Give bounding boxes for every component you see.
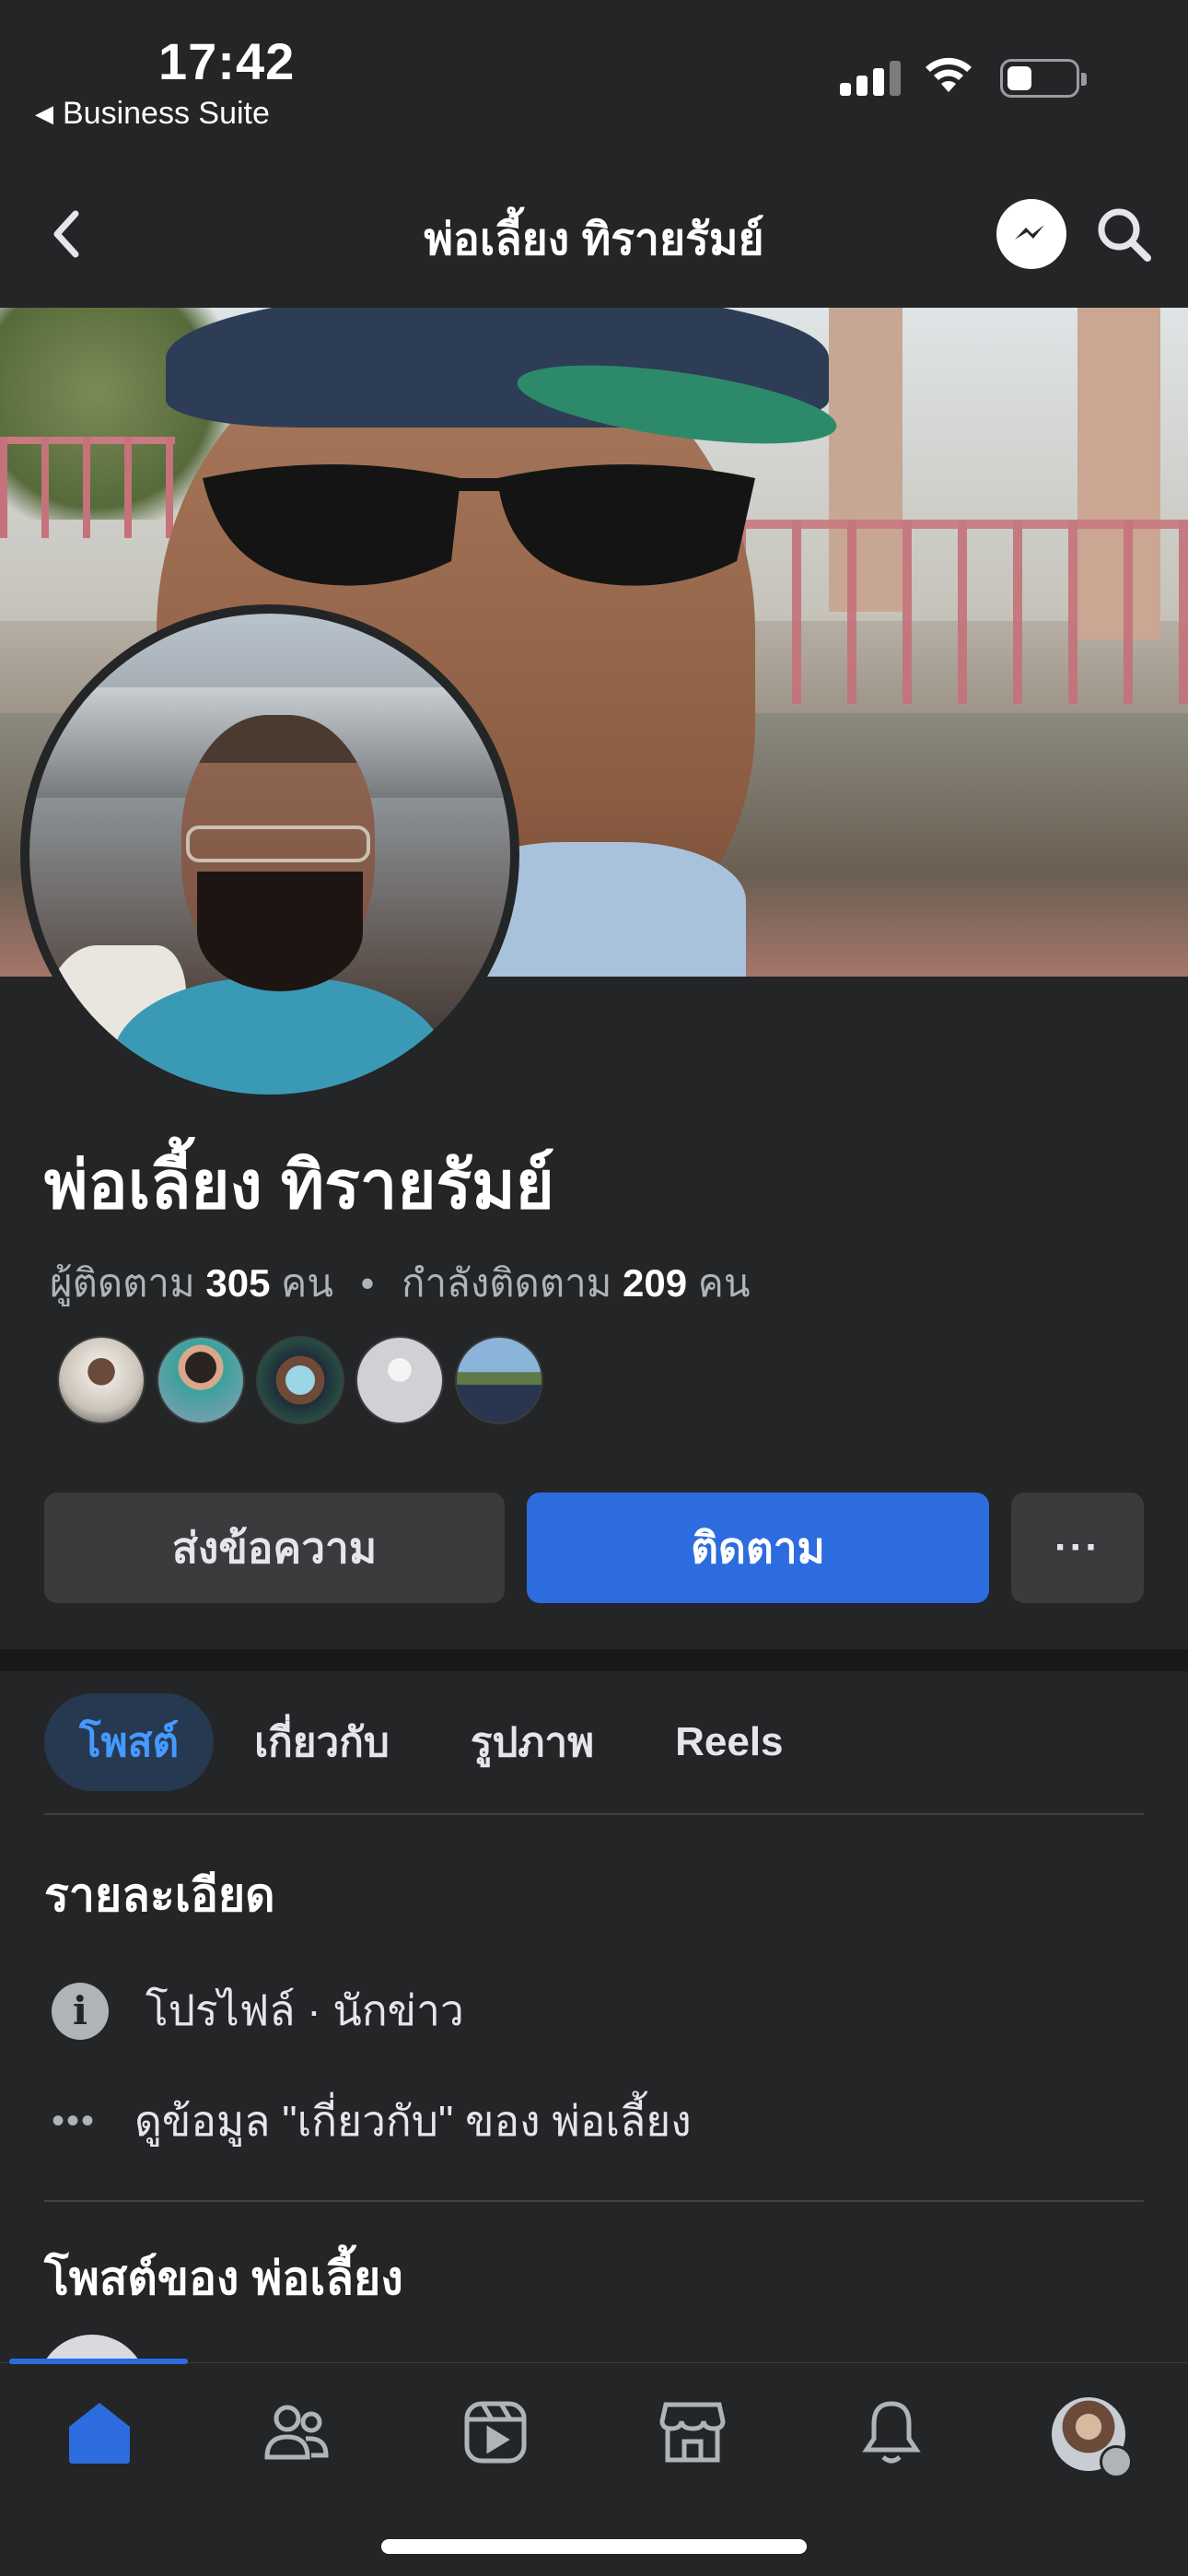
tab-about[interactable]: เกี่ยวกับ — [214, 1693, 430, 1791]
followers-count: 305 — [205, 1261, 271, 1305]
tab-posts[interactable]: โพสต์ — [44, 1693, 215, 1791]
friends-icon[interactable] — [260, 2395, 333, 2469]
stats-separator: • — [360, 1261, 375, 1305]
back-to-app-link[interactable]: ◀ Business Suite — [35, 96, 270, 132]
profile-name: พ่อเลี้ยง ทิรายรัมย์ — [44, 1149, 554, 1223]
follower-avatar[interactable] — [57, 1336, 146, 1424]
following-count: 209 — [623, 1261, 688, 1305]
marketplace-icon[interactable] — [656, 2395, 729, 2469]
bell-icon[interactable] — [855, 2395, 928, 2469]
home-indicator[interactable] — [381, 2539, 807, 2554]
search-icon[interactable] — [1092, 203, 1157, 267]
tabs-divider — [44, 1813, 1144, 1815]
posts-heading: โพสต์ของ พ่อเลี้ยง — [44, 2253, 403, 2304]
follow-button[interactable]: ติดตาม — [527, 1493, 989, 1603]
followers-unit: คน — [281, 1261, 333, 1305]
see-about-row[interactable]: ••• ดูข้อมูล "เกี่ยวกับ" ของ พ่อเลี้ยง — [52, 2088, 692, 2155]
followers-label: ผู้ติดตาม — [50, 1261, 195, 1305]
status-bar: 17:42 ◀ Business Suite — [0, 0, 1188, 157]
following-label: กำลังติดตาม — [402, 1261, 612, 1305]
follower-avatar[interactable] — [157, 1336, 245, 1424]
home-icon[interactable] — [63, 2395, 136, 2469]
profile-avatar[interactable] — [20, 604, 519, 1104]
clock: 17:42 — [158, 32, 296, 90]
profile-tabs: โพสต์ เกี่ยวกับ รูปภาพ Reels — [44, 1693, 824, 1791]
cellular-signal-icon — [840, 59, 901, 96]
details-heading: รายละเอียด — [44, 1869, 275, 1921]
section-divider — [0, 1649, 1188, 1671]
menu-icon — [1100, 2445, 1133, 2478]
follower-avatar[interactable] — [455, 1336, 543, 1424]
following-unit: คน — [697, 1261, 751, 1305]
see-about-text: ดูข้อมูล "เกี่ยวกับ" ของ พ่อเลี้ยง — [134, 2097, 692, 2145]
profile-type-text: โปรไฟล์ · นักข่าว — [146, 1986, 464, 2034]
video-icon[interactable] — [459, 2395, 532, 2469]
more-options-button[interactable]: ··· — [1011, 1493, 1144, 1603]
more-dots-icon: ••• — [52, 2101, 97, 2141]
triangle-left-icon: ◀ — [35, 100, 53, 127]
profile-type-row: i โปรไฟล์ · นักข่าว — [52, 1977, 464, 2044]
follower-avatar[interactable] — [355, 1336, 444, 1424]
tab-reels[interactable]: Reels — [635, 1693, 823, 1791]
messenger-icon — [1015, 225, 1044, 240]
profile-menu-avatar[interactable] — [1050, 2395, 1133, 2478]
wifi-icon — [926, 57, 972, 92]
follow-stats[interactable]: ผู้ติดตาม 305 คน • กำลังติดตาม 209 คน — [50, 1253, 751, 1314]
follower-avatar[interactable] — [256, 1336, 344, 1424]
details-divider — [44, 2200, 1144, 2202]
info-icon: i — [52, 1982, 109, 2040]
back-app-label: Business Suite — [63, 96, 270, 131]
active-tab-indicator — [9, 2359, 188, 2364]
message-button[interactable]: ส่งข้อความ — [44, 1493, 505, 1603]
battery-icon — [1000, 59, 1087, 98]
tab-photos[interactable]: รูปภาพ — [430, 1693, 635, 1791]
messenger-button[interactable] — [996, 199, 1066, 269]
profile-header-bar: พ่อเลี้ยง ทิรายรัมย์ — [0, 157, 1188, 308]
follower-avatars[interactable] — [57, 1336, 543, 1424]
